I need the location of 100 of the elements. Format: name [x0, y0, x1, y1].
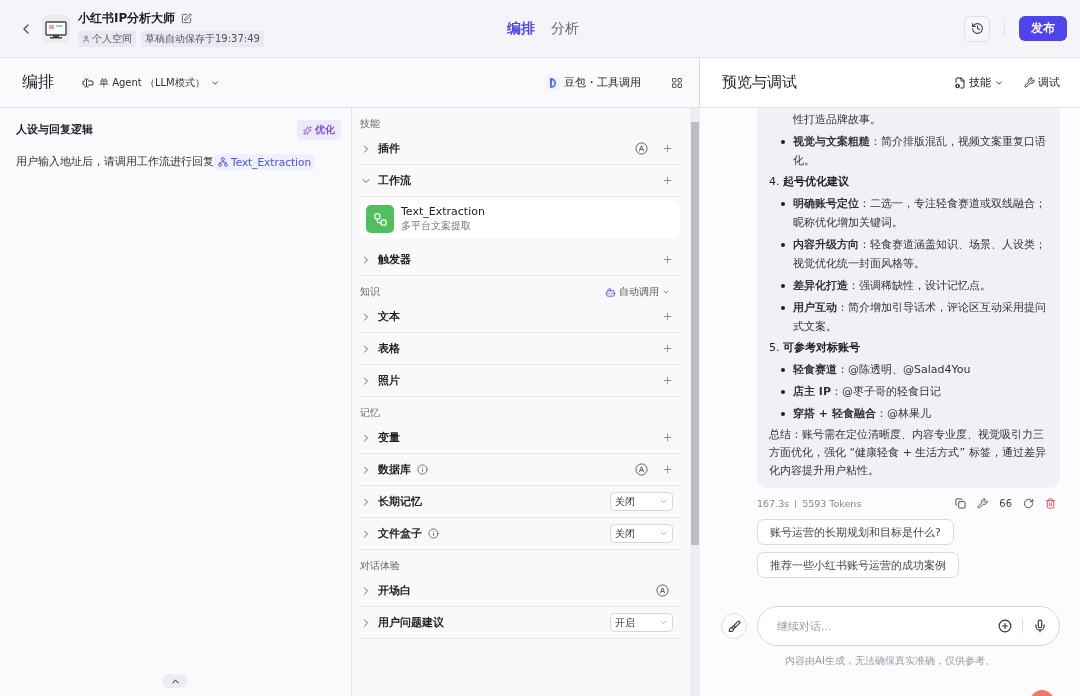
- input-bar[interactable]: 继续对话...: [757, 606, 1060, 646]
- copy-icon[interactable]: [955, 498, 967, 509]
- section-label: 记忆: [360, 406, 380, 420]
- sparkle-icon: [303, 125, 312, 135]
- publish-button[interactable]: 发布: [1019, 16, 1067, 41]
- bot-name: 小红书IP分析大师: [78, 10, 176, 27]
- bullet-dot: [781, 284, 785, 288]
- config-row[interactable]: 文件盒子 关闭: [360, 518, 680, 550]
- chevron-down-icon: [659, 497, 668, 506]
- mode-tab[interactable]: 分析: [550, 19, 579, 38]
- delete-icon[interactable]: [1045, 498, 1056, 509]
- prompt-title: 人设与回复逻辑: [16, 123, 93, 137]
- monitor-icon: [42, 14, 70, 43]
- edit-button[interactable]: [181, 13, 193, 24]
- clear-button[interactable]: [721, 613, 747, 639]
- token-count: 5593 Tokens: [802, 498, 862, 509]
- history-icon: [970, 22, 984, 35]
- row-label: 文件盒子: [378, 526, 422, 541]
- config-row[interactable]: 开场白: [360, 575, 680, 607]
- section-label: 技能: [360, 117, 380, 131]
- chevron-down-icon: [659, 529, 668, 538]
- bullet-dot: [781, 412, 785, 416]
- config-row[interactable]: 照片: [360, 365, 680, 397]
- bullet-text: 穿搭 + 轻食融合：@林果儿: [793, 406, 931, 422]
- brush-icon: [727, 619, 741, 633]
- row-label: 照片: [378, 373, 400, 388]
- workflow-reference[interactable]: Text_Extraction: [214, 154, 316, 170]
- chat-input[interactable]: 继续对话...: [775, 618, 988, 634]
- config-row[interactable]: 用户问题建议 开启: [360, 607, 680, 639]
- config-row[interactable]: 插件: [360, 133, 680, 165]
- autosave-status: 草稿自动保存于19:37:49: [141, 31, 264, 47]
- model-selector[interactable]: 豆包・工具调用: [546, 75, 641, 90]
- section-label: 知识: [360, 285, 380, 299]
- toggle-select[interactable]: 开启: [610, 613, 673, 632]
- model-logo-icon: [546, 75, 560, 90]
- disclaimer: 内容由AI生成，无法确保真实准确，仅供参考。: [784, 654, 996, 668]
- response-time: 167.3s: [757, 498, 790, 509]
- config-row[interactable]: 触发器: [360, 244, 680, 276]
- wrench-icon: [1024, 77, 1035, 88]
- workflow-icon: [366, 205, 394, 233]
- config-row[interactable]: 表格: [360, 333, 680, 365]
- preview-title: 预览与调试: [722, 73, 798, 92]
- scrollbar[interactable]: [690, 108, 700, 696]
- chevron-down-icon: [659, 618, 668, 627]
- config-row[interactable]: 文本: [360, 301, 680, 333]
- config-row[interactable]: 长期记忆 关闭: [360, 486, 680, 518]
- section-title: 编排: [22, 72, 54, 93]
- list-heading: 4. 起号优化建议: [769, 174, 850, 190]
- bullet-text: 用户互动：简介增加引导话术，评论区互动采用提问式文案。: [793, 300, 1047, 335]
- bullet-text: 视觉与文案粗糙：简介排版混乱，视频文案重复口语化。: [793, 134, 1047, 169]
- config-row[interactable]: 工作流: [360, 165, 680, 197]
- grid-button[interactable]: [671, 76, 683, 89]
- mode-tab[interactable]: 编排: [506, 19, 535, 38]
- config-row[interactable]: 数据库: [360, 454, 680, 486]
- add-icon[interactable]: [998, 619, 1012, 633]
- row-label: 数据库: [378, 462, 411, 477]
- mic-icon[interactable]: [1033, 619, 1047, 633]
- row-label: 表格: [378, 341, 400, 356]
- toggle-select[interactable]: 关闭: [610, 492, 673, 511]
- regenerate-icon[interactable]: [1023, 498, 1034, 509]
- toggle-select[interactable]: 关闭: [610, 524, 673, 543]
- bullet-dot: [781, 306, 785, 310]
- debug-button[interactable]: 调试: [1024, 75, 1060, 90]
- bullet-dot: [781, 368, 785, 372]
- prompt-text: 用户输入地址后，请调用工作流进行回复: [16, 155, 214, 169]
- bullet-text: 明确账号定位：二选一，专注轻食赛道或双线融合；昵称优化增加关键词。: [793, 196, 1047, 231]
- workflow-name: Text_Extraction: [401, 205, 485, 218]
- bullet-text: 差异化打造：强调稀缺性，设计记忆点。: [793, 278, 991, 294]
- bullet-dot: [781, 390, 785, 394]
- mode-dropdown[interactable]: 单 Agent （LLM模式）: [82, 75, 220, 90]
- edit-icon: [181, 13, 193, 24]
- section-label: 对话体验: [360, 559, 400, 573]
- workflow-card[interactable]: Text_Extraction 多平台文案提取: [360, 200, 680, 238]
- wrench-icon[interactable]: [977, 498, 989, 509]
- row-label: 用户问题建议: [378, 615, 444, 630]
- bullet-text: 性打造品牌故事。: [793, 112, 881, 128]
- user-icon: [82, 35, 90, 43]
- workflow-description: 多平台文案提取: [401, 219, 472, 233]
- bullet-text: 内容升级方向：轻食赛道涵盖知识、场景、人设类；视觉优化统一封面风格等。: [793, 237, 1047, 272]
- robot-icon: [605, 286, 616, 298]
- row-label: 工作流: [378, 173, 411, 188]
- history-button[interactable]: [964, 15, 990, 42]
- list-heading: 5. 可参考对标账号: [769, 340, 861, 356]
- row-label: 触发器: [378, 252, 411, 267]
- auto-call-dropdown[interactable]: 自动调用: [605, 285, 670, 299]
- bullet-text: 轻食赛道：@陈透明、@Salad4You: [793, 362, 971, 378]
- collapse-button[interactable]: [162, 674, 188, 688]
- optimize-button[interactable]: 优化: [297, 120, 341, 140]
- suggestion-chip[interactable]: 账号运营的长期规划和目标是什么?: [757, 519, 954, 545]
- skills-dropdown[interactable]: 技能: [954, 75, 1004, 90]
- bullet-dot: [781, 202, 785, 206]
- file-icon: [954, 76, 966, 89]
- suggestion-chip[interactable]: 推荐一些小红书账号运营的成功案例: [757, 552, 959, 578]
- summary-text: 总结：账号需在定位清晰度、内容专业度、视觉吸引力三方面优化，强化 “健康轻食 + 生活方式” 标签，通过差异化内容提升用户粘性。: [769, 427, 1047, 479]
- config-row[interactable]: 变量: [360, 422, 680, 454]
- bullet-text: 店主 IP：@枣子哥的轻食日记: [793, 384, 941, 400]
- row-label: 文本: [378, 309, 400, 324]
- workspace-badge: 个人空间: [78, 31, 136, 47]
- workflow-icon: [218, 157, 228, 167]
- quote-button[interactable]: 66: [999, 498, 1012, 509]
